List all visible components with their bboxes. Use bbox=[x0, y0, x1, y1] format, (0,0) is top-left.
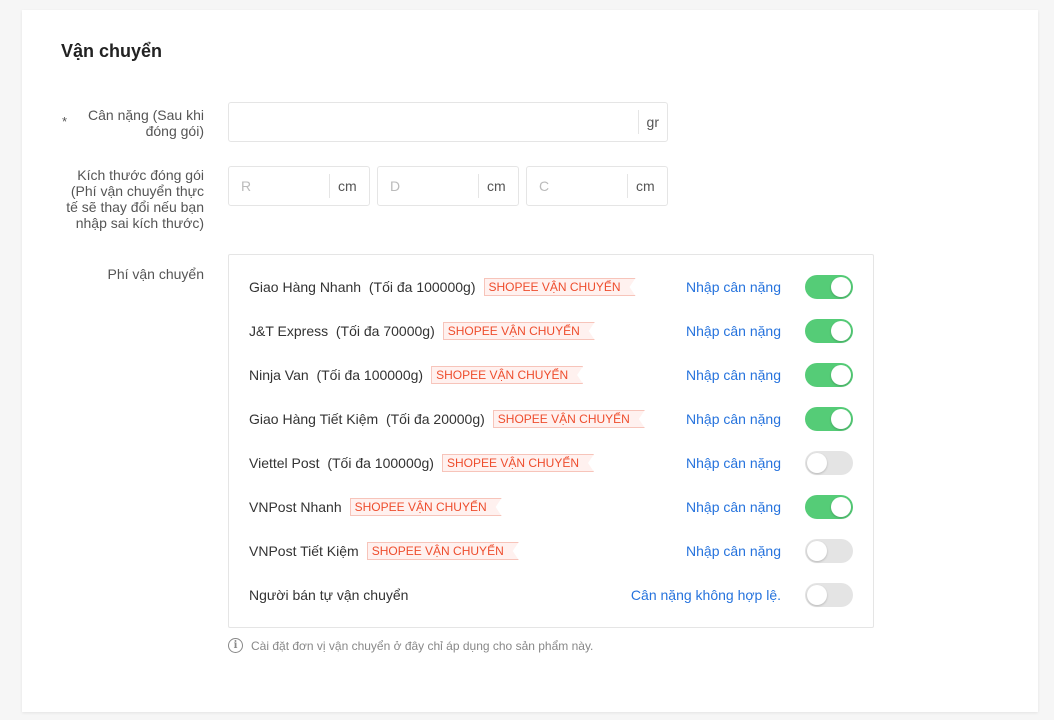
shopee-shipping-badge: SHOPEE VẬN CHUYỂN bbox=[493, 410, 645, 428]
enter-weight-link[interactable]: Nhập cân nặng bbox=[686, 323, 781, 339]
carrier-name: Giao Hàng Tiết Kiệm bbox=[249, 411, 379, 427]
shipping-card: Vận chuyển * Cân nặng (Sau khi đóng gói)… bbox=[22, 10, 1038, 712]
carrier-info: VNPost Nhanh SHOPEE VẬN CHUYỂN bbox=[249, 498, 502, 516]
info-icon: i bbox=[228, 638, 243, 653]
toggle-knob bbox=[831, 321, 851, 341]
carrier-limit: (Tối đa 100000g) bbox=[368, 279, 476, 295]
enter-weight-link[interactable]: Nhập cân nặng bbox=[686, 455, 781, 471]
carrier-info: J&T Express (Tối đa 70000g) SHOPEE VẬN C… bbox=[249, 322, 595, 340]
height-input[interactable] bbox=[527, 167, 627, 205]
carrier-row: Giao Hàng Nhanh (Tối đa 100000g) SHOPEE … bbox=[229, 265, 873, 309]
weight-input[interactable] bbox=[229, 103, 638, 141]
shipping-fee-label: Phí vận chuyển bbox=[107, 266, 204, 282]
carrier-row: Người bán tự vận chuyển Cân nặng không h… bbox=[229, 573, 873, 617]
carrier-name: Ninja Van bbox=[249, 367, 309, 383]
carrier-toggle[interactable] bbox=[805, 275, 853, 299]
carrier-row: Viettel Post (Tối đa 100000g) SHOPEE VẬN… bbox=[229, 441, 873, 485]
enter-weight-link[interactable]: Nhập cân nặng bbox=[686, 543, 781, 559]
carrier-name: Viettel Post bbox=[249, 455, 320, 471]
carrier-limit: (Tối đa 70000g) bbox=[335, 323, 435, 339]
toggle-knob bbox=[831, 277, 851, 297]
width-unit: cm bbox=[478, 174, 514, 198]
shopee-shipping-badge: SHOPEE VẬN CHUYỂN bbox=[484, 278, 636, 296]
carrier-limit: (Tối đa 20000g) bbox=[385, 411, 485, 427]
carrier-row: VNPost Tiết Kiệm SHOPEE VẬN CHUYỂN Nhập … bbox=[229, 529, 873, 573]
carrier-name: J&T Express bbox=[249, 323, 329, 339]
carrier-row: J&T Express (Tối đa 70000g) SHOPEE VẬN C… bbox=[229, 309, 873, 353]
carrier-limit: (Tối đa 100000g) bbox=[327, 455, 434, 471]
length-field[interactable]: cm bbox=[228, 166, 370, 206]
shipping-hint: i Cài đặt đơn vị vận chuyển ở đây chỉ áp… bbox=[228, 638, 593, 653]
shopee-shipping-badge: SHOPEE VẬN CHUYỂN bbox=[350, 498, 502, 516]
carrier-toggle[interactable] bbox=[805, 319, 853, 343]
carrier-toggle[interactable] bbox=[805, 363, 853, 387]
shopee-shipping-badge: SHOPEE VẬN CHUYỂN bbox=[431, 366, 583, 384]
invalid-weight-link[interactable]: Cân nặng không hợp lệ. bbox=[631, 587, 781, 603]
weight-unit: gr bbox=[637, 110, 667, 134]
length-unit: cm bbox=[329, 174, 365, 198]
package-size-label: Kích thước đóng gói (Phí vận chuyển thực… bbox=[66, 167, 204, 231]
carrier-toggle[interactable] bbox=[805, 495, 853, 519]
toggle-knob bbox=[807, 585, 827, 605]
shopee-shipping-badge: SHOPEE VẬN CHUYỂN bbox=[443, 322, 595, 340]
carrier-name: Giao Hàng Nhanh bbox=[249, 279, 362, 295]
carrier-row: Giao Hàng Tiết Kiệm (Tối đa 20000g) SHOP… bbox=[229, 397, 873, 441]
toggle-knob bbox=[831, 497, 851, 517]
toggle-knob bbox=[831, 409, 851, 429]
carrier-info: Người bán tự vận chuyển bbox=[249, 587, 408, 603]
carrier-name: VNPost Nhanh bbox=[249, 499, 342, 515]
section-title: Vận chuyển bbox=[61, 41, 163, 61]
carrier-limit: (Tối đa 100000g) bbox=[316, 367, 424, 383]
carrier-info: Ninja Van (Tối đa 100000g) SHOPEE VẬN CH… bbox=[249, 366, 583, 384]
toggle-knob bbox=[807, 453, 827, 473]
carrier-list: Giao Hàng Nhanh (Tối đa 100000g) SHOPEE … bbox=[228, 254, 874, 628]
required-mark: * bbox=[62, 114, 68, 129]
shopee-shipping-badge: SHOPEE VẬN CHUYỂN bbox=[442, 454, 594, 472]
height-field[interactable]: cm bbox=[526, 166, 668, 206]
carrier-toggle[interactable] bbox=[805, 539, 853, 563]
carrier-toggle[interactable] bbox=[805, 583, 853, 607]
carrier-info: Giao Hàng Nhanh (Tối đa 100000g) SHOPEE … bbox=[249, 278, 636, 296]
enter-weight-link[interactable]: Nhập cân nặng bbox=[686, 499, 781, 515]
carrier-name: Người bán tự vận chuyển bbox=[249, 587, 409, 603]
enter-weight-link[interactable]: Nhập cân nặng bbox=[686, 279, 781, 295]
height-unit: cm bbox=[627, 174, 663, 198]
toggle-knob bbox=[807, 541, 827, 561]
width-field[interactable]: cm bbox=[377, 166, 519, 206]
shopee-shipping-badge: SHOPEE VẬN CHUYỂN bbox=[367, 542, 519, 560]
length-input[interactable] bbox=[229, 167, 329, 205]
hint-text: Cài đặt đơn vị vận chuyển ở đây chỉ áp d… bbox=[251, 638, 594, 653]
enter-weight-link[interactable]: Nhập cân nặng bbox=[686, 411, 781, 427]
carrier-info: VNPost Tiết Kiệm SHOPEE VẬN CHUYỂN bbox=[249, 542, 519, 560]
carrier-name: VNPost Tiết Kiệm bbox=[249, 543, 359, 559]
toggle-knob bbox=[831, 365, 851, 385]
carrier-toggle[interactable] bbox=[805, 407, 853, 431]
width-input[interactable] bbox=[378, 167, 478, 205]
carrier-info: Viettel Post (Tối đa 100000g) SHOPEE VẬN… bbox=[249, 454, 594, 472]
carrier-row: Ninja Van (Tối đa 100000g) SHOPEE VẬN CH… bbox=[229, 353, 873, 397]
weight-label: Cân nặng (Sau khi đóng gói) bbox=[88, 107, 204, 139]
weight-field[interactable]: gr bbox=[228, 102, 668, 142]
enter-weight-link[interactable]: Nhập cân nặng bbox=[686, 367, 781, 383]
carrier-toggle[interactable] bbox=[805, 451, 853, 475]
carrier-info: Giao Hàng Tiết Kiệm (Tối đa 20000g) SHOP… bbox=[249, 410, 645, 428]
carrier-row: VNPost Nhanh SHOPEE VẬN CHUYỂN Nhập cân … bbox=[229, 485, 873, 529]
